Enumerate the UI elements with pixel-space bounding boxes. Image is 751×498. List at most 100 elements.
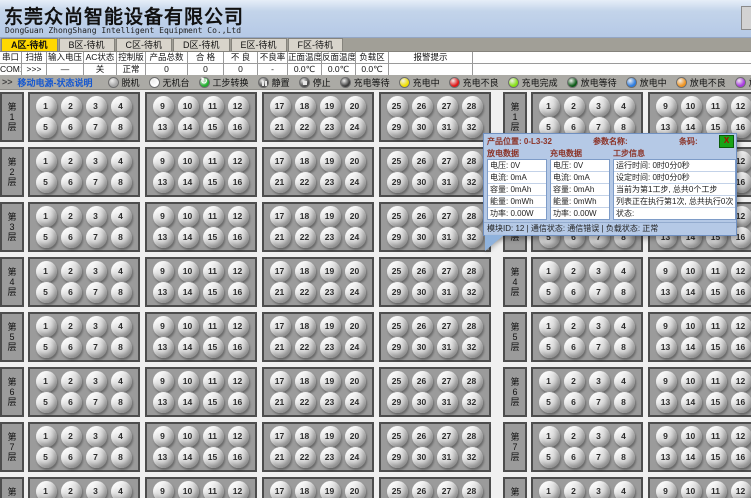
battery-slot[interactable]: 3 xyxy=(589,426,610,447)
battery-slot[interactable]: 23 xyxy=(320,337,341,358)
battery-slot[interactable]: 28 xyxy=(462,151,483,172)
battery-slot[interactable]: 16 xyxy=(228,282,249,303)
battery-slot[interactable]: 5 xyxy=(539,337,560,358)
battery-slot[interactable]: 15 xyxy=(203,227,224,248)
battery-slot[interactable]: 12 xyxy=(228,426,249,447)
battery-slot[interactable]: 28 xyxy=(462,371,483,392)
battery-slot[interactable]: 29 xyxy=(387,337,408,358)
battery-slot[interactable]: 22 xyxy=(295,117,316,138)
battery-slot[interactable]: 28 xyxy=(462,96,483,117)
battery-slot[interactable]: 5 xyxy=(36,337,57,358)
battery-slot[interactable]: 13 xyxy=(153,282,174,303)
battery-slot[interactable]: 30 xyxy=(412,227,433,248)
battery-slot[interactable]: 3 xyxy=(589,371,610,392)
battery-slot[interactable]: 7 xyxy=(86,392,107,413)
battery-slot[interactable]: 20 xyxy=(345,151,366,172)
battery-slot[interactable]: 19 xyxy=(320,426,341,447)
battery-slot[interactable]: 27 xyxy=(437,151,458,172)
battery-slot[interactable]: 14 xyxy=(178,337,199,358)
battery-slot[interactable]: 25 xyxy=(387,426,408,447)
battery-slot[interactable]: 19 xyxy=(320,261,341,282)
battery-slot[interactable]: 10 xyxy=(178,96,199,117)
battery-slot[interactable]: 23 xyxy=(320,117,341,138)
battery-slot[interactable]: 11 xyxy=(706,96,727,117)
battery-slot[interactable]: 24 xyxy=(345,337,366,358)
tab-zone-0[interactable]: A区-待机 xyxy=(1,38,58,51)
battery-slot[interactable]: 8 xyxy=(111,227,132,248)
battery-slot[interactable]: 26 xyxy=(412,206,433,227)
battery-slot[interactable]: 12 xyxy=(731,316,751,337)
battery-slot[interactable]: 10 xyxy=(178,481,199,498)
battery-slot[interactable]: 16 xyxy=(731,282,751,303)
battery-slot[interactable]: 5 xyxy=(539,282,560,303)
battery-slot[interactable]: 25 xyxy=(387,316,408,337)
battery-slot[interactable]: 9 xyxy=(153,261,174,282)
battery-slot[interactable]: 11 xyxy=(203,206,224,227)
battery-slot[interactable]: 16 xyxy=(228,392,249,413)
battery-slot[interactable]: 28 xyxy=(462,481,483,498)
battery-slot[interactable]: 31 xyxy=(437,227,458,248)
battery-slot[interactable]: 12 xyxy=(731,96,751,117)
battery-slot[interactable]: 12 xyxy=(228,151,249,172)
battery-slot[interactable]: 12 xyxy=(731,426,751,447)
battery-slot[interactable]: 4 xyxy=(111,206,132,227)
battery-slot[interactable]: 7 xyxy=(86,447,107,468)
battery-slot[interactable]: 10 xyxy=(681,261,702,282)
battery-slot[interactable]: 16 xyxy=(228,447,249,468)
battery-slot[interactable]: 1 xyxy=(539,316,560,337)
battery-slot[interactable]: 15 xyxy=(203,337,224,358)
battery-slot[interactable]: 30 xyxy=(412,282,433,303)
battery-slot[interactable]: 6 xyxy=(564,337,585,358)
battery-slot[interactable]: 29 xyxy=(387,117,408,138)
battery-slot[interactable]: 1 xyxy=(539,371,560,392)
battery-slot[interactable]: 7 xyxy=(589,282,610,303)
battery-slot[interactable]: 21 xyxy=(270,117,291,138)
battery-slot[interactable]: 24 xyxy=(345,227,366,248)
battery-slot[interactable]: 27 xyxy=(437,316,458,337)
tab-zone-3[interactable]: D区-待机 xyxy=(173,38,230,51)
battery-slot[interactable]: 6 xyxy=(61,227,82,248)
battery-slot[interactable]: 8 xyxy=(111,337,132,358)
battery-slot[interactable]: 8 xyxy=(614,447,635,468)
battery-slot[interactable]: 4 xyxy=(614,96,635,117)
battery-slot[interactable]: 5 xyxy=(36,392,57,413)
battery-slot[interactable]: 17 xyxy=(270,96,291,117)
battery-slot[interactable]: 20 xyxy=(345,481,366,498)
battery-slot[interactable]: 19 xyxy=(320,371,341,392)
battery-slot[interactable]: 22 xyxy=(295,282,316,303)
battery-slot[interactable]: 8 xyxy=(111,117,132,138)
battery-slot[interactable]: 5 xyxy=(539,447,560,468)
battery-slot[interactable]: 14 xyxy=(178,447,199,468)
battery-slot[interactable]: 19 xyxy=(320,206,341,227)
battery-slot[interactable]: 32 xyxy=(462,117,483,138)
battery-slot[interactable]: 31 xyxy=(437,282,458,303)
battery-slot[interactable]: 22 xyxy=(295,337,316,358)
battery-slot[interactable]: 12 xyxy=(228,261,249,282)
battery-slot[interactable]: 32 xyxy=(462,227,483,248)
battery-slot[interactable]: 27 xyxy=(437,371,458,392)
battery-slot[interactable]: 5 xyxy=(36,227,57,248)
battery-slot[interactable]: 30 xyxy=(412,117,433,138)
battery-slot[interactable]: 16 xyxy=(731,337,751,358)
battery-slot[interactable]: 29 xyxy=(387,392,408,413)
battery-slot[interactable]: 26 xyxy=(412,261,433,282)
battery-slot[interactable]: 3 xyxy=(589,96,610,117)
battery-slot[interactable]: 10 xyxy=(178,371,199,392)
battery-slot[interactable]: 5 xyxy=(36,447,57,468)
battery-slot[interactable]: 5 xyxy=(36,117,57,138)
battery-slot[interactable]: 5 xyxy=(36,282,57,303)
battery-slot[interactable]: 21 xyxy=(270,447,291,468)
battery-slot[interactable]: 6 xyxy=(61,282,82,303)
battery-slot[interactable]: 21 xyxy=(270,337,291,358)
battery-slot[interactable]: 28 xyxy=(462,316,483,337)
battery-slot[interactable]: 14 xyxy=(681,337,702,358)
battery-slot[interactable]: 13 xyxy=(153,227,174,248)
battery-slot[interactable]: 27 xyxy=(437,426,458,447)
battery-slot[interactable]: 8 xyxy=(111,172,132,193)
battery-slot[interactable]: 1 xyxy=(539,426,560,447)
battery-slot[interactable]: 2 xyxy=(564,261,585,282)
battery-slot[interactable]: 22 xyxy=(295,392,316,413)
battery-slot[interactable]: 23 xyxy=(320,282,341,303)
battery-slot[interactable]: 32 xyxy=(462,392,483,413)
battery-slot[interactable]: 9 xyxy=(153,206,174,227)
